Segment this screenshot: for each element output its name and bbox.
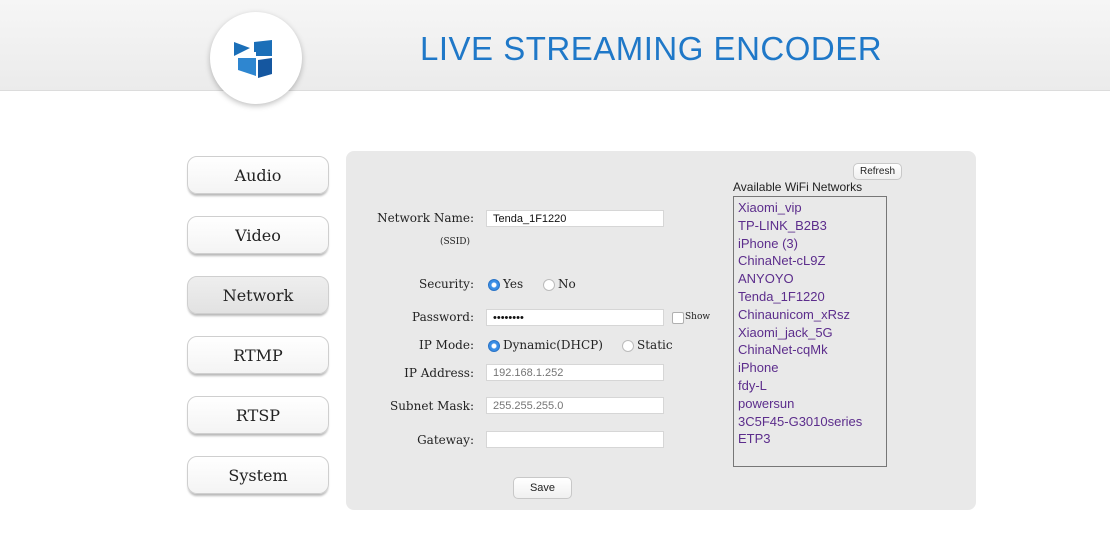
security-no-radio[interactable] [543,279,555,291]
wifi-network-item[interactable]: powersun [738,395,882,413]
security-yes-radio[interactable] [488,279,500,291]
show-password-label: Show [685,312,711,322]
security-no-label: No [558,277,576,291]
wifi-network-item[interactable]: fdy-L [738,377,882,395]
ip-mode-static-label: Static [637,338,673,352]
subnet-mask-input[interactable] [486,397,664,414]
network-name-input[interactable] [486,210,664,227]
ip-mode-label: IP Mode: [419,338,474,352]
ip-address-input[interactable] [486,364,664,381]
page-title: LIVE STREAMING ENCODER [420,30,883,67]
wifi-network-list[interactable]: Xiaomi_vip TP-LINK_B2B3 iPhone (3) China… [733,196,887,467]
ip-address-label: IP Address: [404,366,474,380]
wifi-network-item[interactable]: Xiaomi_jack_5G [738,324,882,342]
subnet-mask-label: Subnet Mask: [389,399,474,413]
wifi-network-item[interactable]: ChinaNet-cqMk [738,341,882,359]
wifi-network-item[interactable]: ETP3 [738,430,882,448]
nav-video-button[interactable]: Video [187,216,329,254]
gateway-label: Gateway: [417,433,474,447]
wifi-network-item[interactable]: TP-LINK_B2B3 [738,217,882,235]
password-label: Password: [412,310,474,324]
security-yes-label: Yes [503,277,524,291]
wifi-network-item[interactable]: iPhone (3) [738,235,882,253]
gateway-input[interactable] [486,431,664,448]
wifi-network-item[interactable]: Tenda_1F1220 [738,288,882,306]
show-password-checkbox[interactable] [672,312,684,324]
ip-mode-dhcp-label: Dynamic(DHCP) [503,338,603,352]
nav-network-button[interactable]: Network [187,276,329,314]
wifi-network-item[interactable]: Xiaomi_vip [738,199,882,217]
ip-mode-static-radio[interactable] [622,340,634,352]
encoder-logo-icon [210,12,302,104]
password-input[interactable] [486,309,664,326]
nav-rtsp-button[interactable]: RTSP [187,396,329,434]
save-button[interactable]: Save [513,477,572,499]
nav-audio-button[interactable]: Audio [187,156,329,194]
wifi-network-item[interactable]: 3C5F45-G3010series [738,413,882,431]
security-label: Security: [419,277,474,291]
network-name-label: Network Name: [377,211,474,225]
network-settings-panel: Network Name: (SSID) Security: Yes No Pa… [346,151,976,510]
ssid-label: (SSID) [440,237,470,247]
wifi-networks-title: Available WiFi Networks [733,180,863,194]
wifi-network-item[interactable]: iPhone [738,359,882,377]
nav-system-button[interactable]: System [187,456,329,494]
refresh-button[interactable]: Refresh [853,163,902,180]
wifi-network-item[interactable]: ChinaNet-cL9Z [738,252,882,270]
ip-mode-dhcp-radio[interactable] [488,340,500,352]
wifi-network-item[interactable]: Chinaunicom_xRsz [738,306,882,324]
nav-rtmp-button[interactable]: RTMP [187,336,329,374]
wifi-network-item[interactable]: ANYOYO [738,270,882,288]
